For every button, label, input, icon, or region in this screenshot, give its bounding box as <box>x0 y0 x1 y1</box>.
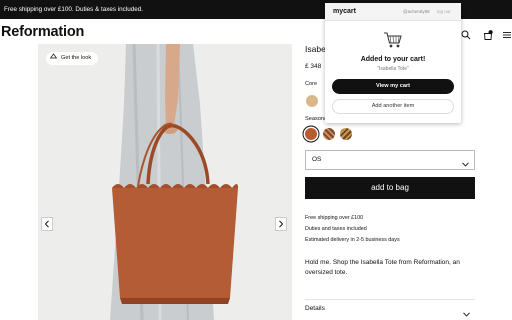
chevron-down-icon <box>463 307 470 320</box>
mycart-logo: mycart <box>333 8 356 15</box>
mycart-popup: mycart @acheraly88 log out Added to your… <box>325 3 461 123</box>
product-photo <box>38 44 292 320</box>
info-shipping: Free shipping over £100 <box>305 215 364 221</box>
next-image-button[interactable] <box>275 217 287 231</box>
menu-icon[interactable] <box>502 27 512 38</box>
added-item-name: "Isabella Tote" <box>377 66 409 72</box>
color-swatch-core[interactable] <box>306 95 318 107</box>
product-gallery: Get the look <box>38 44 292 320</box>
hanger-icon <box>49 52 58 65</box>
bag-icon[interactable] <box>483 27 493 40</box>
view-cart-button[interactable]: View my cart <box>332 79 454 94</box>
info-delivery: Estimated delivery in 2-5 business days <box>305 237 400 243</box>
core-color-label: Core <box>305 81 318 87</box>
user-handle: @acheraly88 <box>403 9 430 14</box>
chevron-down-icon <box>462 157 469 175</box>
add-to-bag-button[interactable]: add to bag <box>305 177 475 199</box>
get-the-look-label: Get the look <box>61 55 92 61</box>
chevron-left-icon <box>44 215 50 233</box>
shopping-cart-icon <box>383 31 403 54</box>
logout-link[interactable]: log out <box>437 9 451 14</box>
site-logo[interactable]: Reformation <box>1 24 84 40</box>
added-to-cart-message: Added to your cart! <box>360 56 426 63</box>
search-icon[interactable] <box>461 27 471 40</box>
details-accordion[interactable]: Details <box>305 299 475 319</box>
color-swatch-seasonal-2[interactable] <box>323 128 335 140</box>
add-another-item-button[interactable]: Add another item <box>332 99 454 114</box>
size-select-value: OS <box>312 156 322 163</box>
color-swatch-seasonal-3[interactable] <box>340 128 352 140</box>
color-swatch-seasonal-selected[interactable] <box>305 128 317 140</box>
product-description: Hold me. Shop the Isabella Tote from Ref… <box>305 259 460 276</box>
details-label: Details <box>305 305 325 312</box>
shipping-banner-text: Free shipping over £100. Duties & taxes … <box>4 6 143 13</box>
product-price: £ 348 <box>305 63 322 70</box>
previous-image-button[interactable] <box>41 217 53 231</box>
chevron-right-icon <box>278 215 284 233</box>
popup-header: mycart @acheraly88 log out <box>325 3 461 21</box>
info-duties: Duties and taxes included <box>305 226 367 232</box>
get-the-look-button[interactable]: Get the look <box>46 52 99 65</box>
size-select[interactable]: OS <box>305 150 475 170</box>
